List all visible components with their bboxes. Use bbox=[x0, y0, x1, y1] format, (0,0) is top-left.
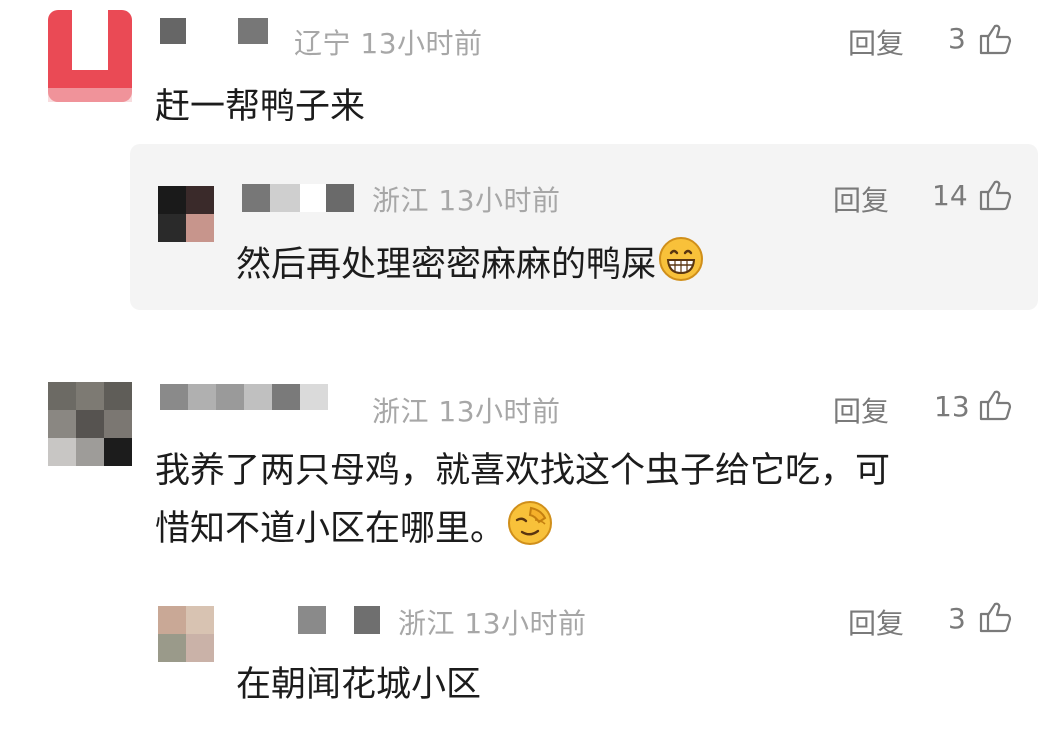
reply-button[interactable]: 回复 bbox=[833, 390, 889, 430]
thumbs-up-icon[interactable] bbox=[978, 600, 1012, 634]
grinning-face-emoji bbox=[659, 237, 704, 281]
reply-text-content: 然后再处理密密麻麻的鸭屎 bbox=[236, 245, 657, 285]
comment-text-line-2: 惜知不道小区在哪里。 bbox=[155, 500, 553, 556]
comment-1: 辽宁 13小时前 回复 3 赶一帮鸭子来 bbox=[0, 0, 1060, 140]
avatar[interactable] bbox=[48, 382, 132, 466]
comment-meta: 浙江 13小时前 bbox=[398, 602, 587, 642]
reply-text: 然后再处理密密麻麻的鸭屎 bbox=[236, 236, 704, 292]
timestamp: 13小时前 bbox=[360, 27, 483, 60]
location: 辽宁 bbox=[294, 27, 352, 60]
username-blurred[interactable] bbox=[160, 384, 328, 410]
like-count: 13 bbox=[934, 390, 970, 423]
avatar[interactable] bbox=[158, 606, 214, 662]
thumbs-up-icon[interactable] bbox=[978, 178, 1012, 212]
timestamp: 13小时前 bbox=[438, 395, 561, 428]
comment-meta: 辽宁 13小时前 bbox=[294, 22, 483, 62]
reply-button[interactable]: 回复 bbox=[848, 22, 904, 62]
comment-text-line-2-content: 惜知不道小区在哪里。 bbox=[155, 509, 506, 549]
reply-button[interactable]: 回复 bbox=[848, 602, 904, 642]
username-blurred[interactable] bbox=[160, 18, 268, 44]
timestamp: 13小时前 bbox=[464, 607, 587, 640]
comment-text: 赶一帮鸭子来 bbox=[155, 87, 366, 127]
location: 浙江 bbox=[398, 607, 456, 640]
location: 浙江 bbox=[372, 395, 430, 428]
username-blurred[interactable] bbox=[298, 606, 380, 634]
location: 浙江 bbox=[372, 184, 430, 217]
avatar[interactable] bbox=[48, 10, 132, 102]
like-count: 3 bbox=[948, 22, 966, 55]
thumbs-up-icon[interactable] bbox=[978, 388, 1012, 422]
timestamp: 13小时前 bbox=[438, 184, 561, 217]
facepalm-emoji bbox=[508, 501, 553, 545]
avatar[interactable] bbox=[158, 186, 214, 242]
comment-text-line-1: 我养了两只母鸡，就喜欢找这个虫子给它吃，可 bbox=[155, 451, 891, 491]
thumbs-up-icon[interactable] bbox=[978, 22, 1012, 56]
like-count: 3 bbox=[948, 602, 966, 635]
comment-meta: 浙江 13小时前 bbox=[372, 390, 561, 430]
username-blurred[interactable] bbox=[242, 184, 354, 212]
comment-2: 浙江 13小时前 回复 13 我养了两只母鸡，就喜欢找这个虫子给它吃，可 惜知不… bbox=[0, 360, 1060, 580]
like-count: 14 bbox=[932, 179, 968, 212]
reply-1: 浙江 13小时前 回复 14 然后再处理密密麻麻的鸭屎 bbox=[0, 144, 1060, 310]
reply-2: 浙江 13小时前 回复 3 在朝闻花城小区 bbox=[0, 590, 1060, 730]
reply-button[interactable]: 回复 bbox=[833, 179, 889, 219]
reply-text: 在朝闻花城小区 bbox=[236, 665, 482, 705]
comment-meta: 浙江 13小时前 bbox=[372, 179, 561, 219]
